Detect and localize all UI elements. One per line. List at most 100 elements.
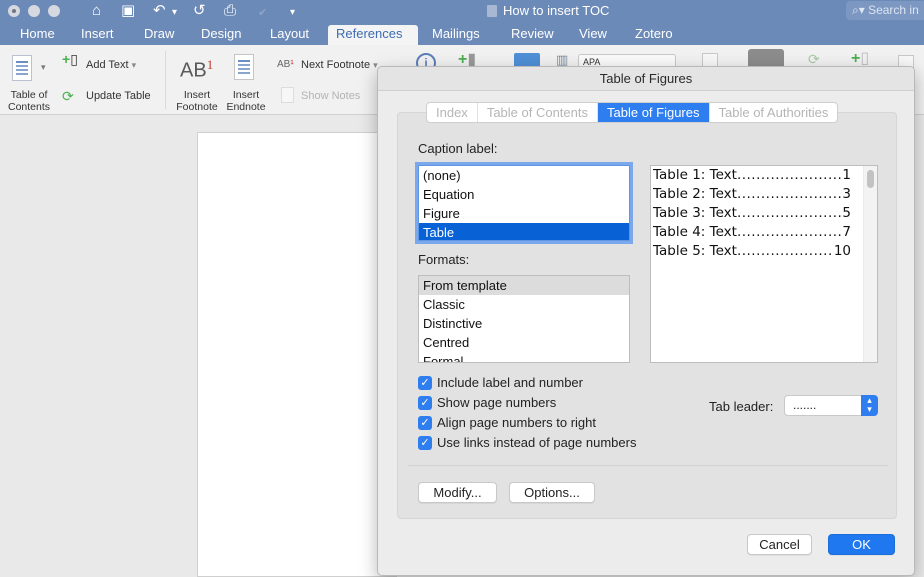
caption-option-equation[interactable]: Equation <box>419 185 629 204</box>
close-window-button[interactable] <box>8 5 20 17</box>
preview-entry-leader <box>737 166 842 185</box>
redo-icon[interactable]: ↺ <box>193 2 206 20</box>
insert-endnote-button[interactable]: Insert Endnote <box>224 89 268 113</box>
caption-option-table[interactable]: Table <box>419 223 629 240</box>
dialog-panel: Caption label: (none) Equation Figure Ta… <box>397 112 897 519</box>
save-icon[interactable]: ▣ <box>121 2 135 20</box>
tab-zotero[interactable]: Zotero <box>627 25 681 45</box>
tab-home[interactable]: Home <box>12 25 63 45</box>
checkbox-checked-icon: ✓ <box>418 435 432 450</box>
tab-draw[interactable]: Draw <box>136 25 182 45</box>
cancel-button[interactable]: Cancel <box>747 534 812 555</box>
minimize-window-button[interactable] <box>28 5 40 17</box>
dialog-tab-index[interactable]: Index <box>427 103 478 122</box>
preview-entry: Table 1: Text 1 <box>651 166 851 185</box>
preview-entry-title: Table 4: Text <box>653 224 737 240</box>
tab-layout[interactable]: Layout <box>262 25 317 45</box>
search-icon: ⌕▾ <box>852 3 869 17</box>
customize-toolbar-icon[interactable]: ▾ <box>290 4 295 22</box>
preview-entry-title: Table 2: Text <box>653 186 737 202</box>
caption-option-figure[interactable]: Figure <box>419 204 629 223</box>
tab-view[interactable]: View <box>571 25 615 45</box>
document-title: How to insert TOC <box>503 3 610 18</box>
formats-heading: Formats: <box>418 252 470 267</box>
format-option-formal[interactable]: Formal <box>419 352 629 362</box>
preview-scroll-thumb[interactable] <box>867 170 874 188</box>
preview-entry-title: Table 1: Text <box>653 167 737 183</box>
table-of-contents-icon[interactable] <box>12 55 32 81</box>
update-table-button[interactable]: Update Table <box>86 90 151 102</box>
preview-scrollbar[interactable] <box>863 166 877 362</box>
window-title: How to insert TOC <box>487 3 609 18</box>
undo-dropdown-icon[interactable]: ▾ <box>172 4 177 22</box>
document-page[interactable] <box>197 132 397 577</box>
checkbox-checked-icon: ✓ <box>418 395 432 410</box>
show-notes-button[interactable]: Show Notes <box>301 90 360 102</box>
align-right-checkbox[interactable]: ✓ Align page numbers to right <box>418 415 596 430</box>
panel-divider <box>408 465 888 466</box>
format-option-classic[interactable]: Classic <box>419 295 629 314</box>
ribbon-tabs: Home Insert Draw Design Layout Reference… <box>0 22 924 45</box>
undo-icon[interactable]: ↶ <box>153 2 166 20</box>
dialog-title: Table of Figures <box>378 67 914 91</box>
stepper-arrows-icon: ▴ ▾ <box>861 395 878 416</box>
preview-entry: Table 3: Text 5 <box>651 204 851 223</box>
preview-entry-page: 10 <box>833 243 851 259</box>
preview-entry-title: Table 3: Text <box>653 205 737 221</box>
dialog-tab-table-of-contents[interactable]: Table of Contents <box>478 103 598 122</box>
dialog-tab-table-of-figures[interactable]: Table of Figures <box>598 103 710 122</box>
update-table-icon: ⟳ <box>62 88 74 104</box>
tab-insert[interactable]: Insert <box>73 25 122 45</box>
preview-entry: Table 5: Text 10 <box>651 242 851 261</box>
zoom-window-button[interactable] <box>48 5 60 17</box>
tab-design[interactable]: Design <box>193 25 249 45</box>
table-of-contents-button[interactable]: Table of Contents <box>3 89 55 113</box>
preview-entry-page: 3 <box>842 186 851 202</box>
dialog-tab-table-of-authorities[interactable]: Table of Authorities <box>710 103 838 122</box>
format-option-distinctive[interactable]: Distinctive <box>419 314 629 333</box>
tab-references[interactable]: References <box>328 25 418 45</box>
add-text-button[interactable]: Add Text ▾ <box>86 59 136 71</box>
table-of-figures-dialog: Table of Figures Caption label: (none) E… <box>377 66 915 576</box>
title-bar: ⌂ ▣ ↶ ▾ ↺ ⎙ ✔ ▾ How to insert TOC ⌕▾ Sea… <box>0 0 924 22</box>
insert-caption-icon[interactable]: +▯ <box>851 48 869 68</box>
preview-entry-leader <box>737 242 834 261</box>
next-footnote-icon: AB¹ <box>277 59 294 70</box>
toc-dropdown-icon[interactable]: ▾ <box>41 62 46 73</box>
preview-entry: Table 4: Text 7 <box>651 223 851 242</box>
format-option-from-template[interactable]: From template <box>419 276 629 295</box>
preview-entry-title: Table 5: Text <box>653 243 737 259</box>
format-option-centred[interactable]: Centred <box>419 333 629 352</box>
include-label-checkbox[interactable]: ✓ Include label and number <box>418 375 583 390</box>
preview-entry-leader <box>737 204 842 223</box>
tab-review[interactable]: Review <box>503 25 562 45</box>
modify-button[interactable]: Modify... <box>418 482 497 503</box>
caption-label-heading: Caption label: <box>418 141 498 156</box>
preview-entry-page: 7 <box>842 224 851 240</box>
ok-button[interactable]: OK <box>828 534 895 555</box>
document-icon <box>487 4 497 17</box>
preview-entry-leader <box>737 223 842 242</box>
caption-label-list[interactable]: (none) Equation Figure Table <box>418 165 630 241</box>
preview-entry-page: 5 <box>842 205 851 221</box>
tab-mailings[interactable]: Mailings <box>424 25 488 45</box>
ribbon-separator <box>165 51 166 109</box>
options-button[interactable]: Options... <box>509 482 595 503</box>
insert-endnote-icon <box>234 54 254 80</box>
add-text-icon: +▯ <box>62 51 78 67</box>
next-footnote-button[interactable]: Next Footnote ▾ <box>301 59 378 71</box>
preview-entry-leader <box>737 185 842 204</box>
preview-entry: Table 2: Text 3 <box>651 185 851 204</box>
show-page-numbers-checkbox[interactable]: ✓ Show page numbers <box>418 395 556 410</box>
use-links-checkbox[interactable]: ✓ Use links instead of page numbers <box>418 435 636 450</box>
tab-leader-label: Tab leader: <box>709 399 774 414</box>
show-notes-icon <box>281 87 294 103</box>
search-input[interactable]: ⌕▾ Search in <box>846 1 924 20</box>
print-icon[interactable]: ⎙ <box>224 2 236 20</box>
dialog-tabs: Index Table of Contents Table of Figures… <box>426 102 839 123</box>
caption-option-none[interactable]: (none) <box>419 166 629 185</box>
formats-list[interactable]: From template Classic Distinctive Centre… <box>418 275 630 363</box>
tab-leader-select[interactable]: ....... ▴ ▾ <box>784 395 878 416</box>
home-icon[interactable]: ⌂ <box>92 2 101 20</box>
insert-footnote-button[interactable]: Insert Footnote <box>174 89 220 113</box>
